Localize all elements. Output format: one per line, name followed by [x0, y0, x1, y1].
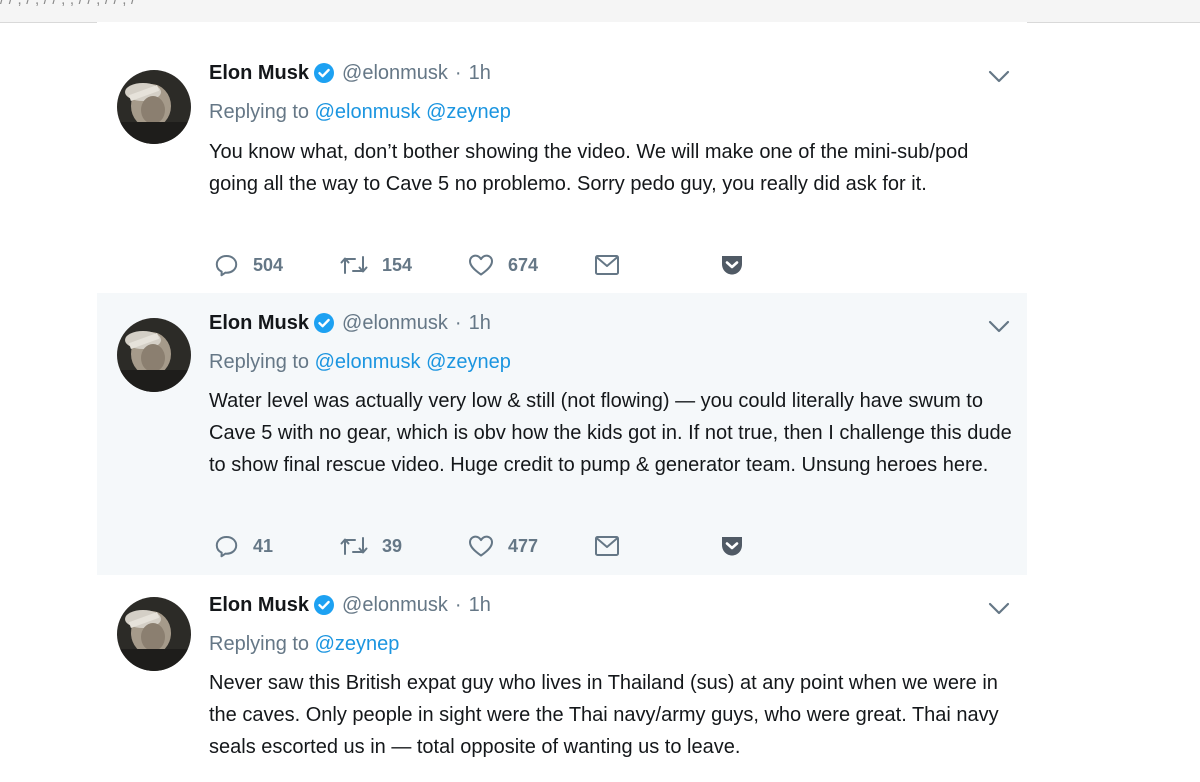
tweet[interactable]: Elon Musk @elonmusk · 1h Replying to @el…: [97, 293, 1027, 575]
pocket-button[interactable]: [720, 252, 758, 278]
like-icon: [469, 535, 493, 557]
retweet-button[interactable]: 39: [340, 533, 402, 559]
author-handle[interactable]: @elonmusk: [342, 62, 448, 85]
reply-icon: [215, 535, 238, 557]
message-icon: [595, 255, 619, 275]
retweet-button[interactable]: 154: [340, 252, 412, 278]
pocket-icon: [722, 537, 742, 556]
message-button[interactable]: [594, 533, 634, 559]
mention-link[interactable]: @zeynep: [426, 101, 511, 123]
mention-link[interactable]: @elonmusk: [315, 351, 421, 373]
address-text: / / , / , / / , , / / , / / , /: [0, 0, 135, 8]
tweet-actions: 504 154 674: [214, 252, 774, 278]
author-name[interactable]: Elon Musk: [209, 312, 309, 335]
reply-button[interactable]: 41: [214, 533, 273, 559]
chevron-down-icon[interactable]: [988, 70, 1010, 84]
tweet-header: Elon Musk @elonmusk · 1h: [209, 310, 491, 336]
replying-to: Replying to @elonmusk @zeynep: [209, 349, 511, 375]
tweet[interactable]: Elon Musk @elonmusk · 1h Replying to @ze…: [97, 575, 1027, 782]
author-handle[interactable]: @elonmusk: [342, 312, 448, 335]
like-count: 674: [508, 254, 539, 275]
retweet-icon: [340, 256, 368, 274]
retweet-icon: [340, 537, 368, 555]
tweet[interactable]: Elon Musk @elonmusk · 1h Replying to @el…: [97, 22, 1027, 292]
avatar[interactable]: [117, 597, 191, 671]
replying-to: Replying to @zeynep: [209, 631, 399, 657]
tweet-timeline: Elon Musk @elonmusk · 1h Replying to @el…: [97, 22, 1027, 782]
mention-link[interactable]: @zeynep: [426, 351, 511, 373]
browser-address-bar: / / , / , / / , , / / , / / , /: [0, 0, 1200, 23]
like-icon: [469, 254, 493, 276]
author-handle[interactable]: @elonmusk: [342, 594, 448, 617]
reply-icon: [215, 254, 238, 276]
chevron-down-icon[interactable]: [988, 602, 1010, 616]
avatar[interactable]: [117, 70, 191, 144]
replying-label: Replying to: [209, 633, 310, 655]
verified-badge-icon: [314, 63, 335, 83]
like-button[interactable]: 477: [468, 533, 538, 559]
replying-label: Replying to: [209, 351, 310, 373]
like-button[interactable]: 674: [468, 252, 538, 278]
mention-link[interactable]: @elonmusk: [315, 101, 421, 123]
message-button[interactable]: [594, 252, 634, 278]
tweet-text: Never saw this British expat guy who liv…: [209, 672, 999, 758]
author-name[interactable]: Elon Musk: [209, 62, 309, 85]
tweet-header: Elon Musk @elonmusk · 1h: [209, 592, 491, 618]
replying-label: Replying to: [209, 101, 310, 123]
separator-dot: ·: [454, 61, 462, 84]
author-name[interactable]: Elon Musk: [209, 594, 309, 617]
chevron-down-icon[interactable]: [988, 320, 1010, 334]
timestamp[interactable]: 1h: [469, 594, 491, 617]
pocket-icon: [722, 256, 742, 275]
tweet-text: You know what, don’t bother showing the …: [209, 141, 969, 195]
tweet-actions: 41 39 477: [214, 533, 774, 559]
verified-badge-icon: [314, 313, 335, 333]
verified-badge-icon: [314, 595, 335, 615]
reply-button[interactable]: 504: [214, 252, 283, 278]
reply-count: 504: [253, 254, 284, 275]
timestamp[interactable]: 1h: [469, 62, 491, 85]
timestamp[interactable]: 1h: [469, 312, 491, 335]
message-icon: [595, 536, 619, 556]
pocket-button[interactable]: [720, 533, 758, 559]
replying-to: Replying to @elonmusk @zeynep: [209, 99, 511, 125]
reply-count: 41: [253, 535, 274, 556]
avatar[interactable]: [117, 318, 191, 392]
mention-link[interactable]: @zeynep: [315, 633, 400, 655]
tweet-text: Water level was actually very low & stil…: [209, 390, 1012, 476]
separator-dot: ·: [454, 593, 462, 616]
retweet-count: 39: [382, 535, 403, 556]
retweet-count: 154: [382, 254, 413, 275]
separator-dot: ·: [454, 311, 462, 334]
like-count: 477: [508, 535, 539, 556]
tweet-header: Elon Musk @elonmusk · 1h: [209, 60, 491, 86]
